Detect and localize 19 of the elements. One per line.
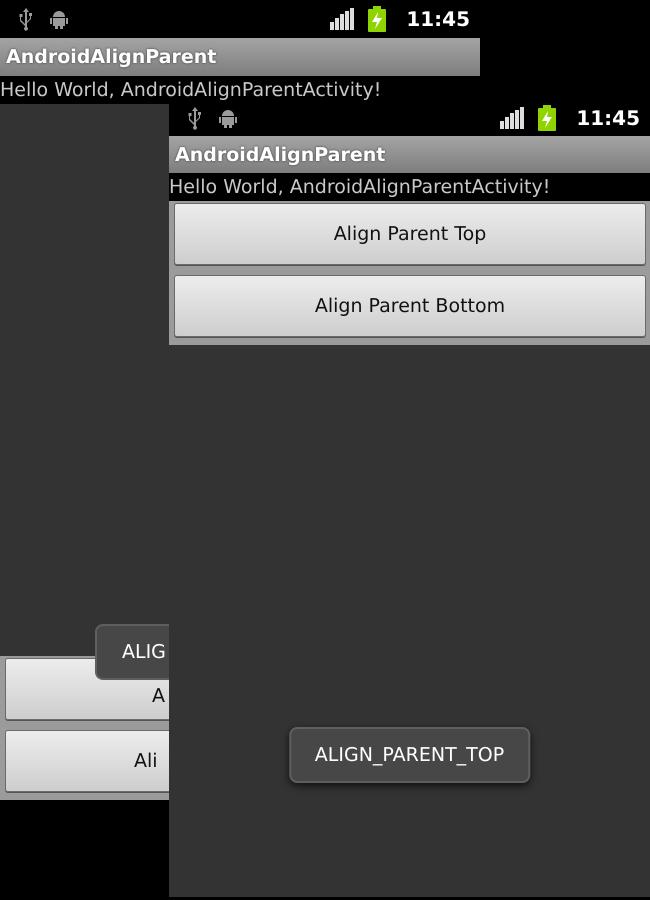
battery-charging-icon [538,105,556,131]
clock: 11:45 [576,106,640,130]
hello-text: Hello World, AndroidAlignParentActivity! [169,176,550,198]
app-title: AndroidAlignParent [175,144,386,166]
usb-icon [187,106,203,130]
align-button[interactable]: Align Parent Top [174,203,646,265]
align-button[interactable]: Align Parent Bottom [174,275,646,337]
battery-charging-icon [368,6,386,32]
app-title: AndroidAlignParent [6,46,216,68]
usb-icon [18,7,34,31]
align-button[interactable]: Ali [5,730,169,792]
robot-icon [217,107,239,129]
align-toast: ALIGN_PARENT_TOP [288,727,530,783]
signal-icon [330,8,354,30]
hello-text: Hello World, AndroidAlignParentActivity! [0,79,382,100]
align-toast: ALIG [95,624,169,680]
signal-icon [500,107,524,129]
robot-icon [48,8,70,30]
clock: 11:45 [406,7,470,31]
